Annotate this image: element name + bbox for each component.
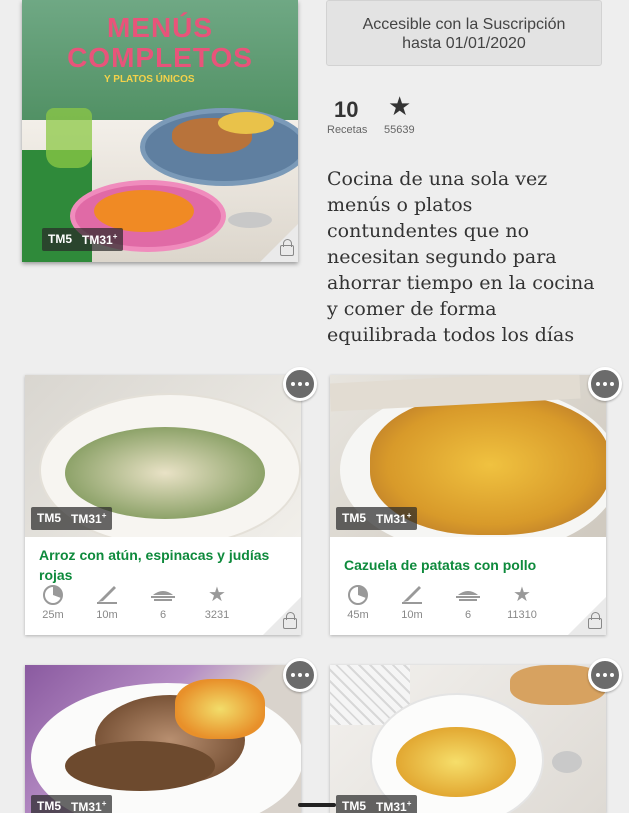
device-badge: TM5 TM31+ [31, 507, 113, 530]
lock-corner [568, 597, 606, 635]
badge-tm31: TM31+ [376, 799, 412, 813]
star-icon: ★ [208, 583, 226, 606]
timer-icon [332, 583, 384, 605]
device-badge: TM5 TM31+ [336, 507, 418, 530]
device-badge: TM5 TM31+ [31, 795, 113, 813]
device-badge: TM5 TM31+ [42, 228, 124, 251]
recipe-card[interactable]: TM5 TM31+ [330, 665, 606, 813]
glass-image [46, 108, 92, 168]
badge-tm31: TM31+ [71, 511, 107, 526]
recipe-image: TM5 TM31+ [25, 375, 301, 537]
cover-title: MENÚS [106, 12, 214, 43]
badge-tm31: TM31+ [71, 799, 107, 813]
servings-icon [442, 583, 494, 605]
prep-time-value: 10m [96, 609, 118, 621]
lock-icon [280, 239, 294, 256]
home-indicator[interactable] [298, 803, 336, 807]
recipe-image: TM5 TM31+ [25, 665, 301, 813]
lock-icon [588, 612, 602, 629]
servings-value: 6 [464, 609, 472, 621]
rating-stat: ★ 3231 [191, 583, 243, 622]
device-badge: TM5 TM31+ [336, 795, 418, 813]
recipes-label: Recetas [327, 124, 368, 136]
badge-tm5: TM5 [48, 232, 72, 246]
servings-value: 6 [159, 609, 167, 621]
badge-tm5: TM5 [37, 511, 61, 525]
recipe-stats: 25m 10m 6 ★ 3231 [25, 583, 255, 627]
cover-title-line2: COMPLETOS [67, 42, 253, 73]
spoon-image [228, 212, 272, 228]
knife-icon [386, 583, 438, 605]
rice-image [218, 112, 274, 134]
lock-icon [283, 612, 297, 629]
recipe-card[interactable]: TM5 TM31+ Arroz con atún, espinacas y ju… [25, 375, 301, 635]
rating-value: 3231 [204, 609, 230, 621]
more-options-button[interactable] [588, 658, 622, 692]
total-time-value: 25m [42, 609, 64, 621]
timer-icon [27, 583, 79, 605]
recipe-card[interactable]: TM5 TM31+ Cazuela de patatas con pollo 4… [330, 375, 606, 635]
recipe-title[interactable]: Arroz con atún, espinacas y judías rojas [39, 545, 289, 585]
recipe-title[interactable]: Cazuela de patatas con pollo [344, 555, 594, 575]
recipe-image: TM5 TM31+ [330, 375, 606, 537]
prep-time-value: 10m [401, 609, 423, 621]
soup-image [94, 190, 194, 232]
cover-subtitle: Y PLATOS ÚNICOS [104, 74, 195, 85]
prep-time-stat: 10m [81, 583, 133, 621]
badge-tm5: TM5 [342, 799, 366, 813]
recipe-stats: 45m 10m 6 ★ 11310 [330, 583, 560, 627]
rating-stat: ★ 11310 [496, 583, 548, 622]
badge-tm31: TM31+ [82, 232, 118, 247]
star-icon: ★ [513, 583, 531, 606]
subscription-notice: Accesible con la Suscripción hasta 01/01… [326, 0, 602, 66]
rating-count: 55639 [384, 124, 415, 136]
badge-tm5: TM5 [342, 511, 366, 525]
prep-time-stat: 10m [386, 583, 438, 621]
recipes-count: 10 [334, 97, 359, 122]
total-time-stat: 25m [27, 583, 79, 621]
servings-icon [137, 583, 189, 605]
more-options-button[interactable] [283, 658, 317, 692]
total-time-stat: 45m [332, 583, 384, 621]
lock-corner [263, 597, 301, 635]
servings-stat: 6 [442, 583, 494, 621]
more-options-button[interactable] [588, 367, 622, 401]
book-cover: MENÚS COMPLETOS Y PLATOS ÚNICOS TM5 TM31… [22, 0, 298, 262]
recipe-card[interactable]: TM5 TM31+ [25, 665, 301, 813]
badge-tm5: TM5 [37, 799, 61, 813]
total-time-value: 45m [347, 609, 369, 621]
servings-stat: 6 [137, 583, 189, 621]
subscription-line1: Accesible con la Suscripción [362, 16, 566, 33]
badge-tm31: TM31+ [376, 511, 412, 526]
book-description: Cocina de una sola vez menús o platos co… [327, 168, 595, 346]
recipe-image: TM5 TM31+ [330, 665, 606, 813]
subscription-line2: hasta 01/01/2020 [402, 35, 526, 52]
rating-value: 11310 [507, 609, 537, 621]
more-options-button[interactable] [283, 367, 317, 401]
knife-icon [81, 583, 133, 605]
star-icon: ★ [388, 91, 412, 121]
